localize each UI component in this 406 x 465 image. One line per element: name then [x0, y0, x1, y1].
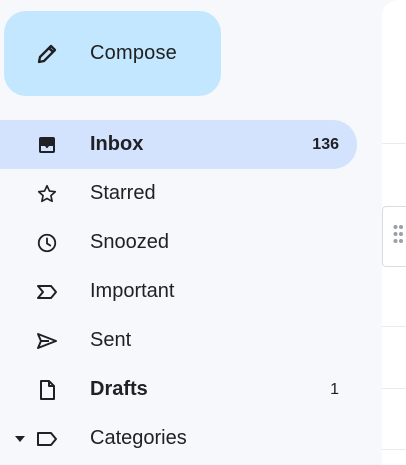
divider [382, 143, 406, 144]
divider [382, 449, 406, 450]
nav-item-sent[interactable]: Sent [0, 316, 374, 365]
star-icon [34, 181, 60, 207]
left-sidebar: Compose Inbox 136 Starred Snoozed Import… [0, 0, 374, 465]
label-icon [34, 426, 60, 452]
mail-folder-nav: Inbox 136 Starred Snoozed Important Sent… [0, 120, 374, 463]
nav-item-categories[interactable]: Categories [0, 414, 374, 463]
nav-item-important[interactable]: Important [0, 267, 374, 316]
nav-item-inbox[interactable]: Inbox 136 [0, 120, 357, 169]
caret-down-icon[interactable] [14, 433, 26, 445]
nav-item-starred[interactable]: Starred [0, 169, 374, 218]
unread-count: 136 [312, 135, 339, 153]
label-important-icon [34, 279, 60, 305]
compose-label: Compose [90, 42, 177, 64]
nav-item-label: Snoozed [90, 231, 169, 253]
nav-item-label: Categories [90, 427, 187, 449]
divider [382, 388, 406, 389]
drag-handle[interactable] [382, 206, 406, 267]
nav-item-label: Starred [90, 182, 156, 204]
nav-item-snoozed[interactable]: Snoozed [0, 218, 374, 267]
send-icon [34, 328, 60, 354]
nav-item-label: Sent [90, 329, 132, 351]
inbox-icon [34, 132, 60, 158]
divider [382, 326, 406, 327]
gmail-screen: Compose Inbox 136 Starred Snoozed Import… [0, 0, 406, 465]
draft-file-icon [34, 377, 60, 403]
nav-item-drafts[interactable]: Drafts 1 [0, 365, 374, 414]
compose-button[interactable]: Compose [4, 11, 221, 96]
pencil-icon [35, 42, 59, 66]
nav-item-label: Inbox [90, 133, 144, 155]
draft-count: 1 [330, 380, 339, 398]
drag-dots-icon [393, 223, 403, 250]
nav-item-label: Important [90, 280, 175, 302]
nav-item-label: Drafts [90, 378, 148, 400]
clock-icon [34, 230, 60, 256]
